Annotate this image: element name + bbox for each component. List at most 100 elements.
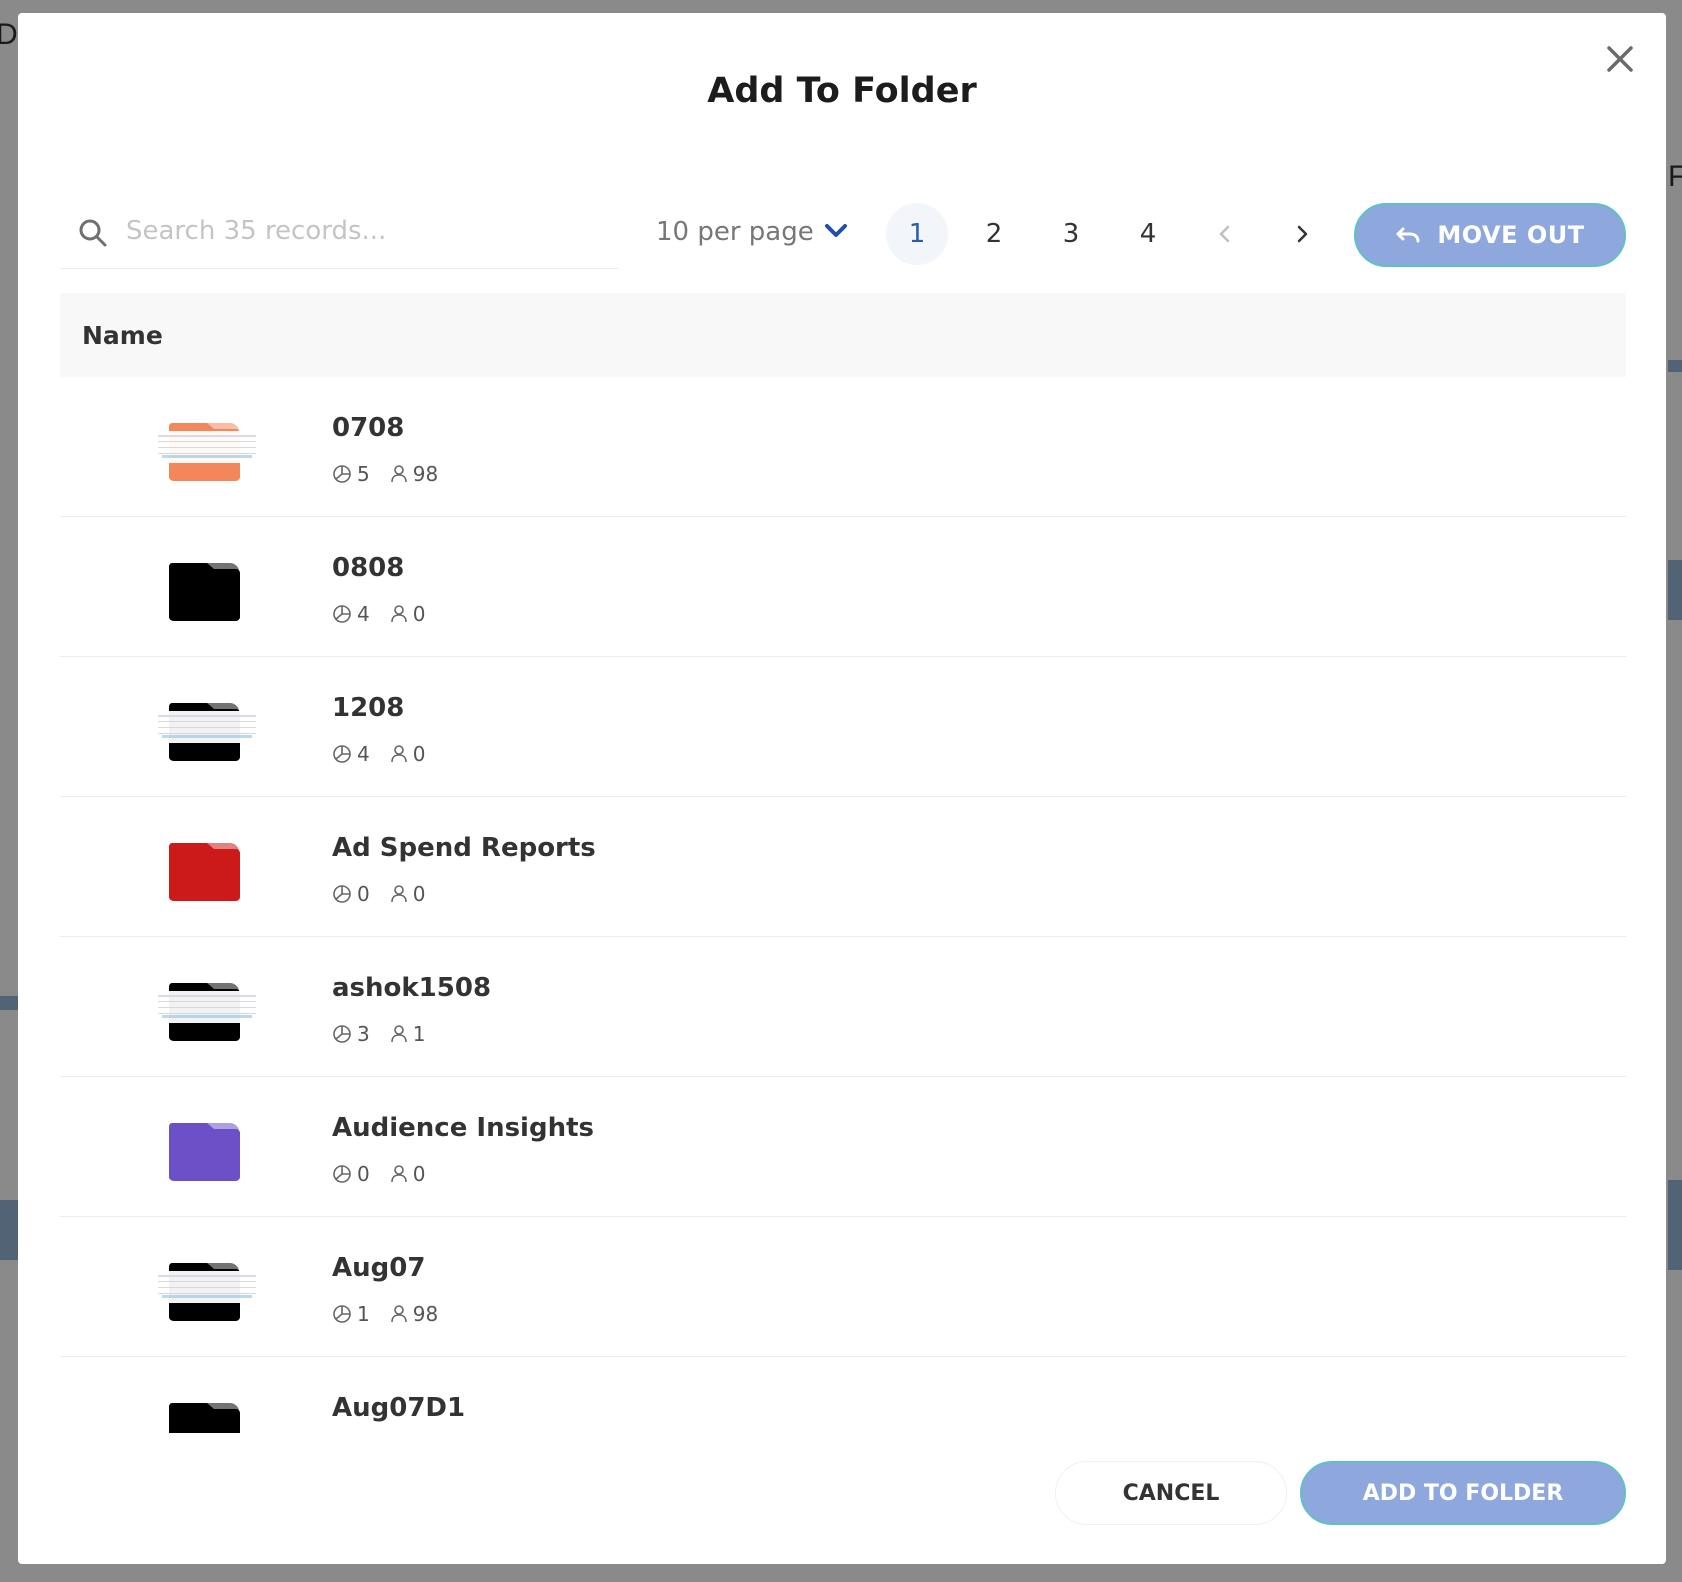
- folder-icon: [154, 423, 260, 481]
- folder-meta: 5 98: [332, 462, 458, 486]
- table-row[interactable]: ashok1508 3 1: [60, 937, 1626, 1077]
- table-row[interactable]: Ad Spend Reports 0 0: [60, 797, 1626, 937]
- chart-count: 0: [332, 882, 370, 906]
- chart-count: 1: [332, 1302, 370, 1326]
- search-input[interactable]: [126, 209, 596, 253]
- chart-count-value: 0: [357, 1162, 370, 1186]
- background-text: D: [0, 18, 18, 51]
- close-icon: [1607, 46, 1633, 72]
- folder-thumbnail: [152, 977, 262, 1047]
- page-button-1[interactable]: 1: [886, 203, 948, 265]
- toolbar: 10 per page 1 2 3 4: [60, 191, 1626, 271]
- chart-count: 3: [332, 1022, 370, 1046]
- user-count-value: 0: [412, 1162, 426, 1186]
- user-icon: [390, 745, 407, 763]
- folder-icon: [169, 563, 240, 621]
- chart-count-value: 0: [357, 882, 370, 906]
- folder-thumbnail: [152, 1257, 262, 1327]
- user-icon: [390, 605, 407, 623]
- folder-thumbnail: [152, 417, 262, 487]
- folder-icon: [169, 1403, 240, 1433]
- cancel-label: CANCEL: [1122, 1480, 1220, 1506]
- folder-icon: [169, 1123, 240, 1181]
- page-button-3[interactable]: 3: [1040, 203, 1102, 265]
- folder-thumbnail: [152, 837, 262, 907]
- folder-name: Audience Insights: [332, 1113, 594, 1143]
- move-out-label: MOVE OUT: [1437, 221, 1585, 249]
- close-button[interactable]: [1600, 39, 1640, 79]
- chart-count: 0: [332, 1162, 370, 1186]
- folder-meta: 00: [332, 1162, 445, 1186]
- user-count: 98: [390, 462, 438, 486]
- per-page-select[interactable]: 10 per page: [656, 213, 856, 253]
- folder-name: Aug07: [332, 1253, 426, 1283]
- pie-chart-icon: [333, 605, 351, 623]
- add-to-folder-modal: Add To Folder 10 per page 1 2 3 4: [18, 13, 1666, 1564]
- add-to-folder-button[interactable]: ADD TO FOLDER: [1300, 1461, 1626, 1525]
- chevron-left-icon: [1219, 225, 1230, 243]
- folder-name: 0808: [332, 553, 405, 583]
- chart-count-value: 4: [357, 742, 370, 766]
- table-body: 0708 5 98 0808 4 0 1208 4 0 Ad Spend Reports 0 0 ash…: [60, 377, 1626, 1433]
- folder-meta: 31: [332, 1022, 445, 1046]
- background-strip: [1668, 360, 1682, 372]
- move-out-button[interactable]: MOVE OUT: [1354, 203, 1626, 267]
- folder-thumbnail: [152, 697, 262, 767]
- cancel-button[interactable]: CANCEL: [1055, 1461, 1287, 1525]
- user-count-value: 98: [412, 462, 439, 486]
- chart-count-value: 3: [357, 1022, 370, 1046]
- next-page-button[interactable]: [1271, 203, 1333, 265]
- chart-count: 5: [332, 462, 370, 486]
- folder-table: Name 0708 5 98 0808 4 0 1208 4 0 Ad Spend Reports…: [60, 293, 1626, 1433]
- search-icon: [79, 219, 107, 247]
- user-count-value: 1: [412, 1022, 426, 1046]
- column-header-name[interactable]: Name: [82, 321, 163, 350]
- pie-chart-icon: [333, 885, 351, 903]
- table-row[interactable]: Aug07D1: [60, 1357, 1626, 1433]
- table-row[interactable]: 1208 4 0: [60, 657, 1626, 797]
- search-box: [60, 191, 618, 269]
- folder-meta: 1 98: [332, 1302, 458, 1326]
- folder-name: Aug07D1: [332, 1393, 466, 1423]
- user-count-value: 98: [412, 1302, 439, 1326]
- user-count: 1: [390, 1022, 426, 1046]
- user-icon: [390, 1025, 407, 1043]
- user-count-value: 0: [412, 602, 426, 626]
- page-button-2[interactable]: 2: [963, 203, 1025, 265]
- chart-count-value: 4: [357, 602, 370, 626]
- page-button-4[interactable]: 4: [1117, 203, 1179, 265]
- table-row[interactable]: 0808 4 0: [60, 517, 1626, 657]
- pie-chart-icon: [333, 465, 351, 483]
- user-icon: [390, 465, 407, 483]
- folder-thumbnail: [152, 557, 262, 627]
- table-row[interactable]: Aug07 1 98: [60, 1217, 1626, 1357]
- pie-chart-icon: [333, 1305, 351, 1323]
- background-strip: [0, 1200, 18, 1260]
- user-count-value: 0: [412, 742, 426, 766]
- folder-icon: [154, 1263, 260, 1321]
- folder-name: 1208: [332, 693, 405, 723]
- folder-meta: 40: [332, 602, 445, 626]
- folder-name: 0708: [332, 413, 405, 443]
- folder-thumbnail: [152, 1117, 262, 1187]
- table-row[interactable]: Audience Insights 0 0: [60, 1077, 1626, 1217]
- previous-page-button[interactable]: [1194, 203, 1256, 265]
- chevron-down-icon: [825, 224, 847, 237]
- table-row[interactable]: 0708 5 98: [60, 377, 1626, 517]
- user-icon: [390, 1305, 407, 1323]
- folder-name: ashok1508: [332, 973, 492, 1003]
- user-count: 0: [390, 1162, 426, 1186]
- folder-icon: [154, 703, 260, 761]
- user-count: 98: [390, 1302, 438, 1326]
- undo-icon: [1396, 227, 1420, 243]
- add-to-folder-label: ADD TO FOLDER: [1362, 1480, 1564, 1506]
- user-count: 0: [390, 742, 426, 766]
- user-count: 0: [390, 882, 425, 906]
- chart-count: 4: [332, 742, 370, 766]
- modal-title: Add To Folder: [707, 71, 977, 111]
- pie-chart-icon: [333, 1025, 351, 1043]
- table-header: Name: [60, 293, 1626, 377]
- chevron-right-icon: [1297, 225, 1308, 243]
- pie-chart-icon: [333, 745, 351, 763]
- folder-name: Ad Spend Reports: [332, 833, 596, 863]
